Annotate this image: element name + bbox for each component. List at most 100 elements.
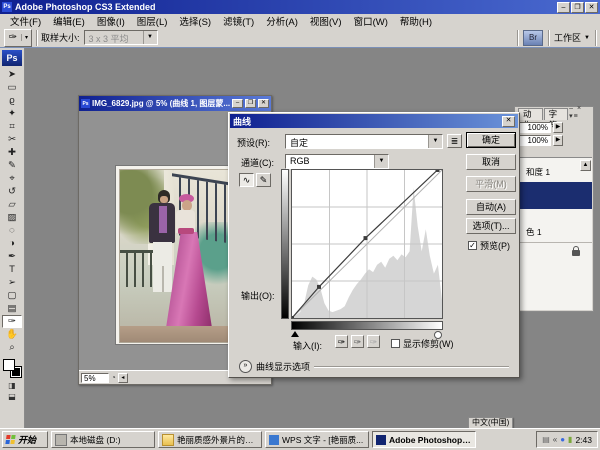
- history-brush-tool[interactable]: ↺: [2, 185, 22, 198]
- menu-item-3[interactable]: 图层(L): [131, 14, 174, 28]
- checkbox-box[interactable]: ✓: [468, 241, 477, 250]
- slice-tool[interactable]: ✂: [2, 133, 22, 146]
- preset-select[interactable]: 自定 ▼: [285, 134, 443, 149]
- taskbar-task-1[interactable]: 艳丽质感外景片的定...: [158, 431, 262, 448]
- doc-maximize-button[interactable]: ❐: [245, 99, 256, 108]
- menu-item-9[interactable]: 帮助(H): [394, 14, 438, 28]
- taskbar-task-2[interactable]: WPS 文字 - [艳丽质...: [265, 431, 369, 448]
- channel-select[interactable]: RGB ▼: [285, 154, 389, 169]
- preset-label: 预设(R):: [237, 136, 270, 149]
- preset-options-icon[interactable]: ≣: [447, 134, 462, 148]
- curve-display-options-expander[interactable]: » 曲线显示选项: [239, 360, 509, 373]
- menu-item-2[interactable]: 图像(I): [91, 14, 131, 28]
- sample-size-select[interactable]: 3 x 3 平均 ▼: [84, 30, 158, 45]
- restore-button[interactable]: ❐: [571, 2, 584, 13]
- document-titlebar[interactable]: Ps IMG_6829.jpg @ 5% (曲线 1, 图层蒙... – ❐ ✕: [79, 96, 271, 111]
- opacity-arrow-icon[interactable]: ▶: [553, 122, 563, 133]
- zoom-tool[interactable]: ⌕: [2, 341, 22, 354]
- panel-dock: 动作字符– × ▾≡ 100% ▶ 100% ▶ 和度 1 ▲ 色 1: [514, 106, 594, 312]
- start-button[interactable]: 开始: [2, 431, 48, 448]
- menu-item-7[interactable]: 视图(V): [304, 14, 348, 28]
- fill-field[interactable]: 100%: [519, 135, 551, 146]
- dialog-close-icon[interactable]: ✕: [502, 116, 515, 127]
- quick-selection-tool[interactable]: ✦: [2, 107, 22, 120]
- hand-tool[interactable]: ✋: [2, 328, 22, 341]
- blur-tool[interactable]: ◌: [2, 224, 22, 237]
- gray-point-eyedropper-icon[interactable]: ✑: [351, 335, 364, 348]
- doc-minimize-button[interactable]: –: [232, 99, 243, 108]
- fill-arrow-icon[interactable]: ▶: [553, 135, 563, 146]
- menu-item-8[interactable]: 窗口(W): [348, 14, 394, 28]
- taskbar-task-0[interactable]: 本地磁盘 (D:): [51, 431, 155, 448]
- menu-item-6[interactable]: 分析(A): [260, 14, 304, 28]
- printer-tray-icon[interactable]: ▤: [542, 436, 550, 444]
- black-point-eyedropper-icon[interactable]: ✑: [335, 335, 348, 348]
- go-to-bridge-icon[interactable]: Br: [523, 30, 543, 46]
- zoom-level-field[interactable]: 5%: [81, 373, 109, 383]
- foreground-color-swatch[interactable]: [3, 359, 15, 371]
- preview-checkbox[interactable]: ✓ 预览(P): [468, 239, 510, 252]
- checkbox-box[interactable]: [391, 339, 400, 348]
- volume-tray-icon[interactable]: «: [553, 436, 557, 444]
- curves-grid-chart[interactable]: [291, 169, 443, 319]
- white-point-eyedropper-icon[interactable]: ✑: [367, 335, 380, 348]
- folder-icon: [162, 434, 174, 446]
- network-tray-icon[interactable]: ●: [560, 436, 565, 444]
- auto-button[interactable]: 自动(A): [466, 199, 516, 215]
- menu-item-5[interactable]: 滤镜(T): [217, 14, 260, 28]
- quick-mask-mode-icon[interactable]: ◨: [2, 381, 22, 392]
- chevron-down-icon[interactable]: ▼: [428, 135, 442, 148]
- lasso-tool[interactable]: ϱ: [2, 94, 22, 107]
- panel-group-controls[interactable]: – × ▾≡: [569, 105, 593, 120]
- path-selection-tool[interactable]: ➢: [2, 276, 22, 289]
- opacity-field[interactable]: 100%: [519, 122, 551, 133]
- cancel-button[interactable]: 取消: [466, 154, 516, 170]
- type-tool[interactable]: T: [2, 263, 22, 276]
- notes-tool[interactable]: ▤: [2, 302, 22, 315]
- chevron-down-icon[interactable]: ▼: [374, 155, 388, 168]
- gradient-tool[interactable]: ▨: [2, 211, 22, 224]
- rect-marquee-tool[interactable]: ▭: [2, 81, 22, 94]
- pencil-tool-icon[interactable]: ✎: [256, 173, 271, 187]
- chevron-down-icon[interactable]: ▼: [143, 31, 157, 44]
- menu-item-0[interactable]: 文件(F): [4, 14, 47, 28]
- drive-icon: [55, 434, 67, 446]
- taskbar-task-3[interactable]: Adobe Photoshop CS3...: [372, 431, 476, 448]
- healing-brush-tool[interactable]: ✚: [2, 146, 22, 159]
- minimize-button[interactable]: –: [557, 2, 570, 13]
- screen-mode-icon[interactable]: ⬓: [2, 392, 22, 403]
- move-tool[interactable]: ➤: [2, 68, 22, 81]
- output-gradient-bar: [281, 169, 289, 319]
- black-point-slider[interactable]: [291, 331, 299, 337]
- panel-tab-0[interactable]: 动作: [518, 108, 543, 120]
- options-button[interactable]: 选项(T)...: [466, 218, 516, 234]
- shape-tool[interactable]: ▢: [2, 289, 22, 302]
- crop-tool[interactable]: ⌗: [2, 120, 22, 133]
- scroll-up-icon[interactable]: ▲: [580, 160, 591, 171]
- status-options-arrow[interactable]: ◂: [118, 373, 128, 383]
- battery-tray-icon[interactable]: ▮: [568, 436, 572, 444]
- show-clipping-checkbox[interactable]: 显示修剪(W): [391, 337, 454, 350]
- edit-points-tool-icon[interactable]: ∿: [239, 173, 254, 187]
- brush-tool[interactable]: ✎: [2, 159, 22, 172]
- panel-tab-1[interactable]: 字符: [544, 108, 569, 120]
- workspace-button[interactable]: 工作区▼: [554, 31, 590, 44]
- clone-stamp-tool[interactable]: ⌖: [2, 172, 22, 185]
- chevron-down-icon[interactable]: ▾: [21, 34, 31, 41]
- curves-dialog-titlebar[interactable]: 曲线 ✕: [230, 114, 518, 128]
- layer-name-fragment[interactable]: 色 1: [526, 226, 542, 238]
- layer-name-fragment[interactable]: 和度 1: [526, 166, 550, 178]
- close-button[interactable]: ✕: [585, 2, 598, 13]
- menu-item-4[interactable]: 选择(S): [173, 14, 217, 28]
- eyedropper-tool[interactable]: ✑: [2, 315, 22, 328]
- ok-button[interactable]: 确定: [466, 132, 516, 148]
- menu-item-1[interactable]: 编辑(E): [47, 14, 91, 28]
- dodge-tool[interactable]: ◑: [2, 237, 22, 250]
- selected-layer-row[interactable]: [516, 182, 592, 209]
- ps-palette-logo[interactable]: Ps: [2, 50, 22, 66]
- tool-preset-picker[interactable]: ✑ ▾: [4, 29, 32, 47]
- eraser-tool[interactable]: ▱: [2, 198, 22, 211]
- doc-close-button[interactable]: ✕: [258, 99, 269, 108]
- pen-tool[interactable]: ✒: [2, 250, 22, 263]
- tool-options-bar: ✑ ▾ 取样大小: 3 x 3 平均 ▼ Br 工作区▼: [0, 28, 600, 48]
